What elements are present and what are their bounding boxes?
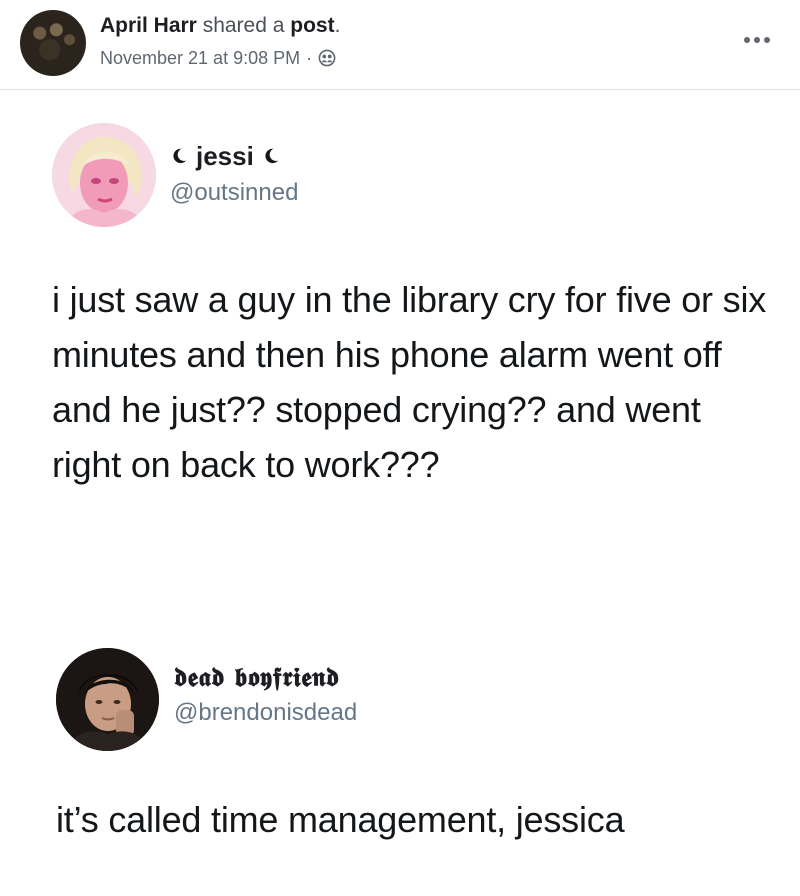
friends-icon[interactable] <box>318 49 336 67</box>
shared-action-text: shared a <box>202 14 285 37</box>
crescent-moon-icon <box>265 148 279 164</box>
crescent-moon-icon <box>173 148 187 164</box>
shared-post-link-label: post <box>290 14 335 37</box>
author-name[interactable]: April Harr <box>100 14 197 37</box>
post-timestamp[interactable]: November 21 at 9:08 PM <box>100 47 300 69</box>
tweet1-text: i just saw a guy in the library cry for … <box>52 279 767 485</box>
more-dot <box>744 37 750 43</box>
meta-separator: · <box>306 48 313 68</box>
more-dot <box>764 37 770 43</box>
tweet2-handle[interactable]: @brendonisdead <box>174 698 357 728</box>
title-punctuation: . <box>334 14 341 37</box>
shared-post-link[interactable]: post <box>290 14 334 37</box>
post-meta: November 21 at 9:08 PM · <box>100 47 336 69</box>
tweet1-display-name[interactable]: jessi <box>170 140 280 172</box>
author-avatar[interactable] <box>20 10 86 76</box>
tweet1-avatar <box>52 123 156 227</box>
tweet2-avatar <box>56 648 159 751</box>
tweet1-handle[interactable]: @outsinned <box>170 178 298 208</box>
post-header: April Harr shared a post. November 21 at… <box>0 0 800 90</box>
more-dot <box>754 37 760 43</box>
tweet2-display-name[interactable]: 𝖉𝖊𝖆𝖉 𝖇𝖔𝖞𝖋𝖗𝖎𝖊𝖓𝖉 <box>174 662 340 694</box>
more-options-icon[interactable] <box>740 30 774 50</box>
tweet2-text: it’s called time management, jessica <box>56 799 625 840</box>
header-title: April Harr shared a post. <box>100 13 340 39</box>
tweet1-name-text: jessi <box>196 141 254 171</box>
